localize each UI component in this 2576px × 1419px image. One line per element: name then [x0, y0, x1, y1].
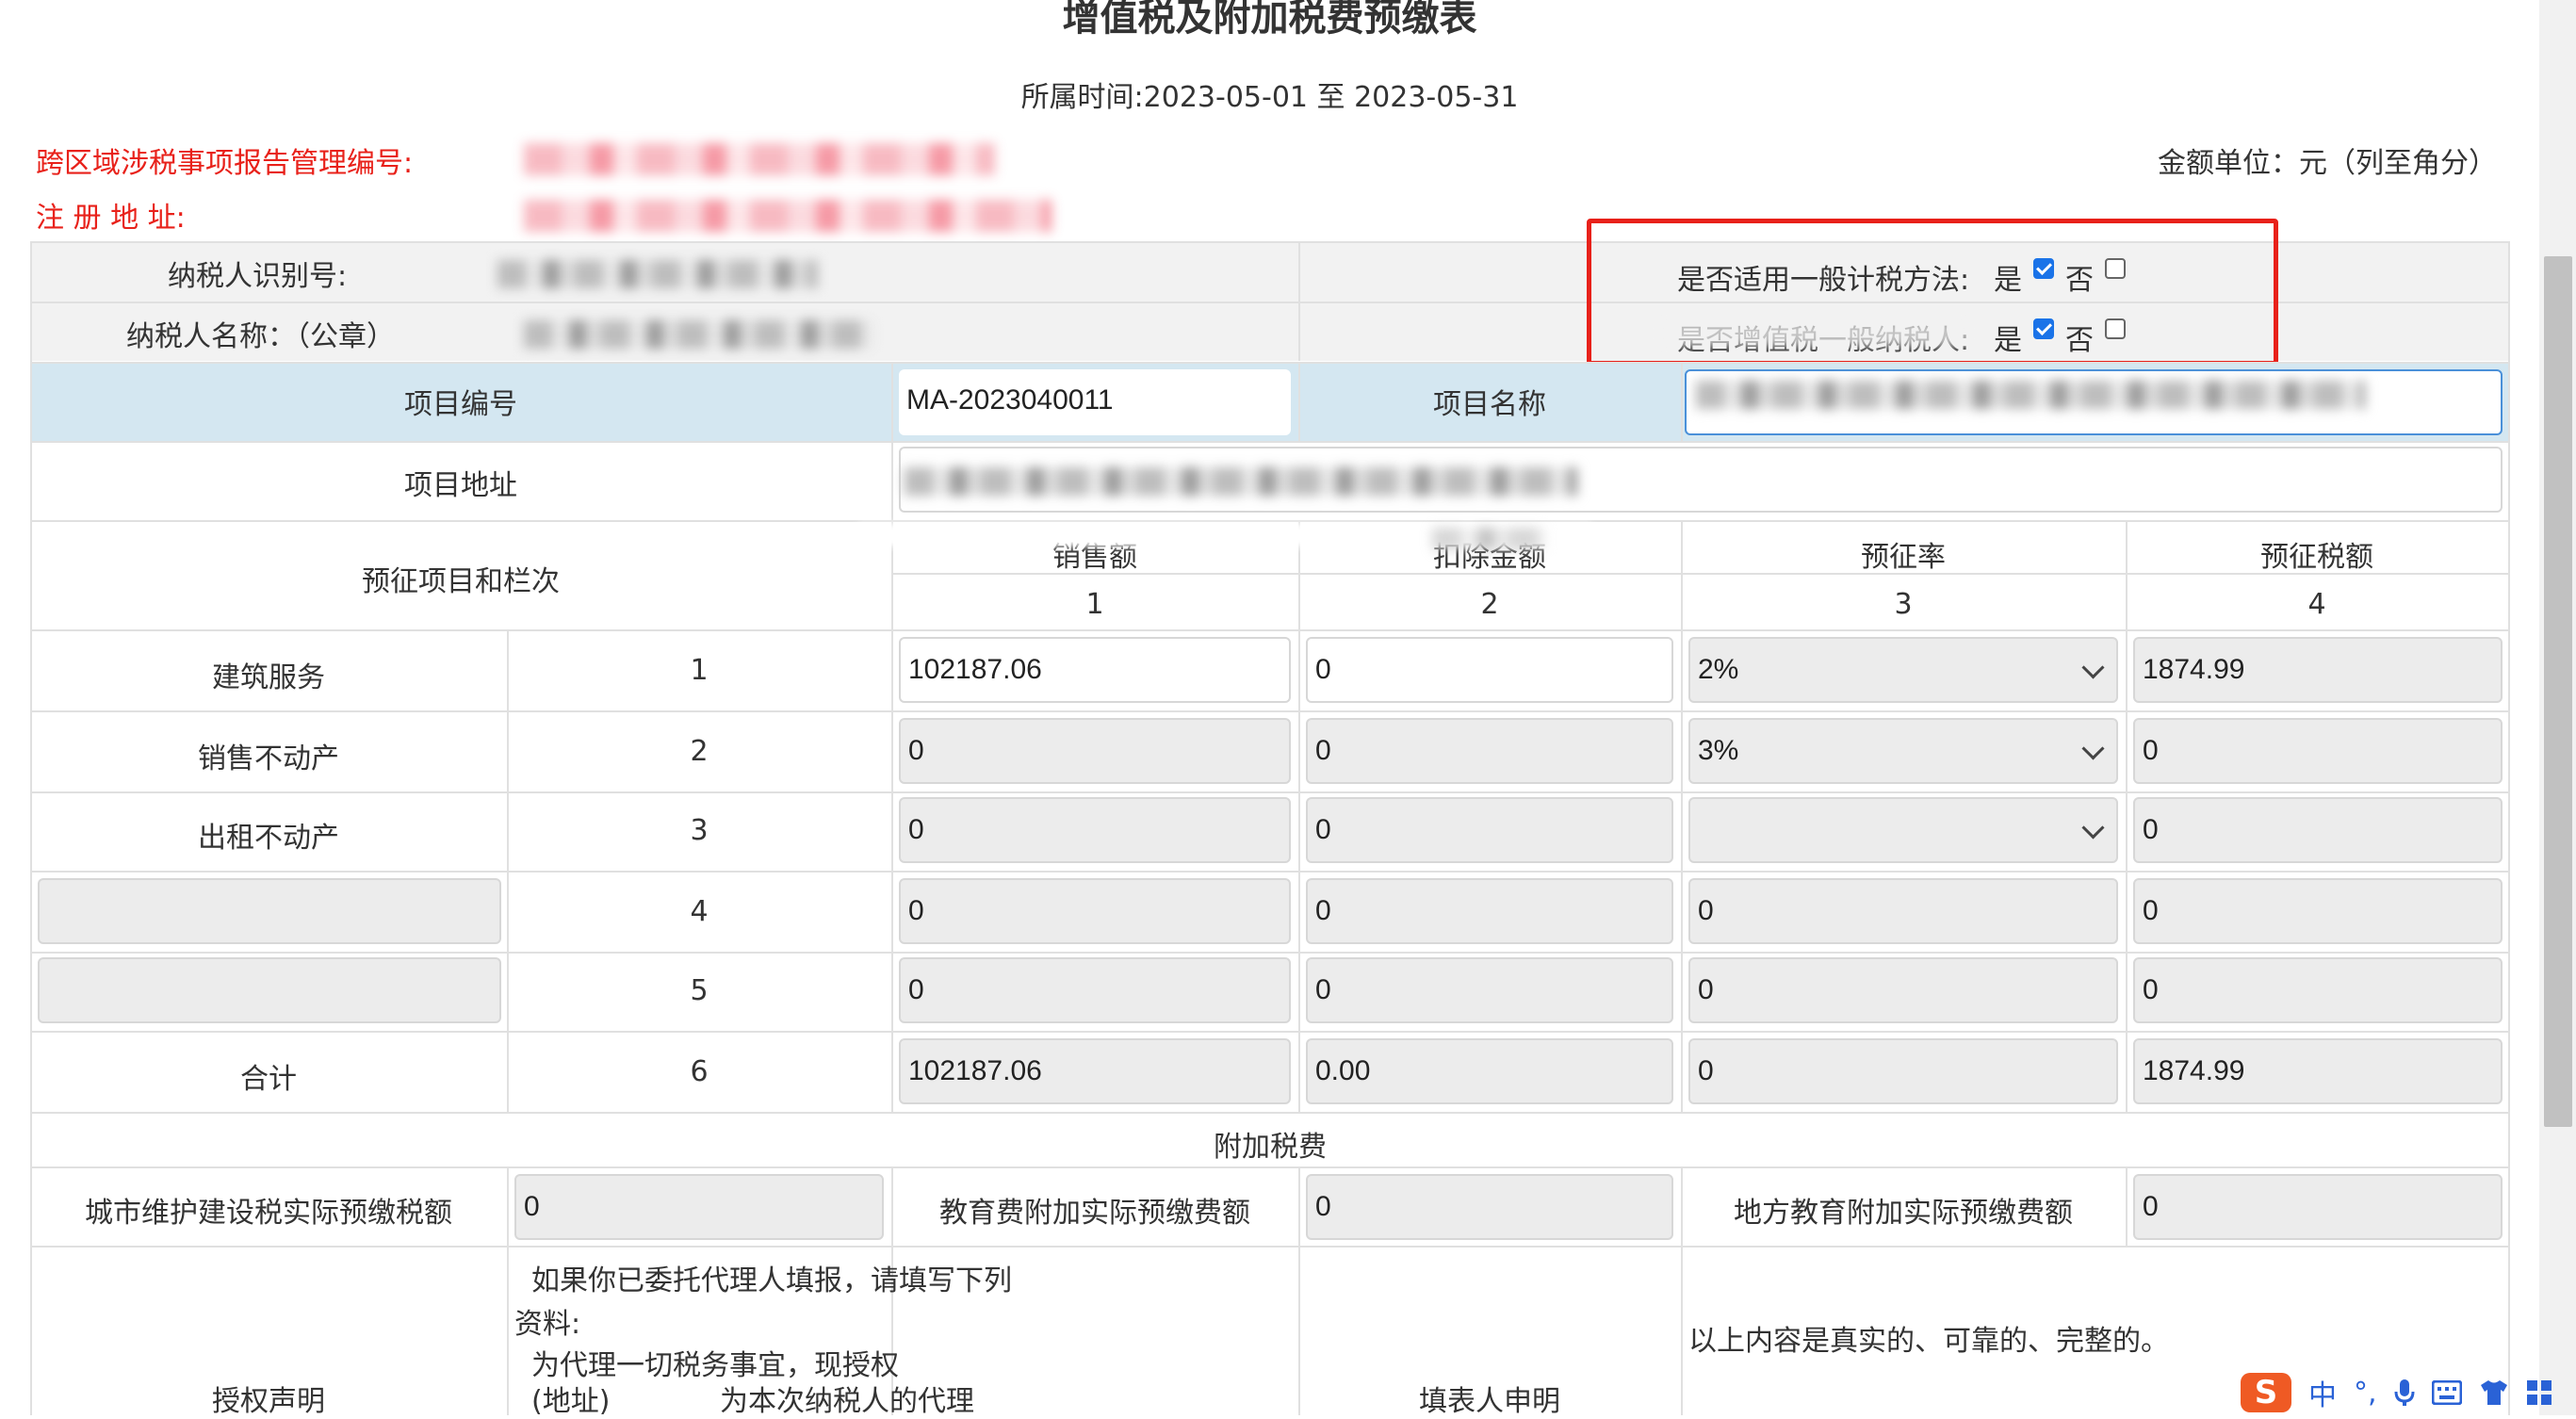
shirt-icon[interactable] [2479, 1379, 2509, 1406]
row-2-rate-select[interactable]: 3% [1688, 718, 2118, 784]
redacted-taxpayer-id [497, 260, 818, 288]
authorization-text-line-5: 为本次纳税人的代理 [720, 1385, 974, 1418]
row-4-tax-field: 0 [2133, 878, 2503, 944]
row-6-deduction-field: 0.00 [1306, 1038, 1673, 1104]
filler-declaration-label: 填表人申明 [1419, 1385, 1560, 1418]
row-3-sales-field: 0 [899, 797, 1291, 863]
row-1-sales-input[interactable]: 102187.06 [899, 637, 1291, 703]
project-code-label: 项目编号 [404, 388, 517, 421]
row-6-rate-field: 0 [1688, 1038, 2118, 1104]
row-1-tax-field: 1874.99 [2133, 637, 2503, 703]
row-6-sales-field: 102187.06 [899, 1038, 1291, 1104]
education-surcharge-field: 0 [1306, 1174, 1673, 1240]
city-tax-field: 0 [514, 1174, 884, 1240]
row-1-number: 1 [690, 654, 709, 687]
item-header: 预征项目和栏次 [362, 565, 560, 598]
redacted-project-name [1696, 381, 2365, 409]
row-5-name-field [38, 957, 501, 1023]
authorization-text-line-1: 如果你已委托代理人填报，请填写下列 [531, 1264, 1012, 1297]
column-number-1: 1 [1085, 588, 1104, 621]
surcharge-section-label: 附加税费 [1214, 1131, 1327, 1164]
row-6-number: 6 [690, 1055, 709, 1088]
row-1-deduction-input[interactable]: 0 [1306, 637, 1673, 703]
row-3-rate-select[interactable] [1688, 797, 2118, 863]
city-tax-label: 城市维护建设税实际预缴税额 [85, 1197, 452, 1230]
column-number-2: 2 [1480, 588, 1499, 621]
highlight-box [1587, 219, 2278, 366]
row-1-name: 建筑服务 [212, 661, 325, 694]
row-2-sales-field: 0 [899, 718, 1291, 784]
row-6-tax-field: 1874.99 [2133, 1038, 2503, 1104]
grid-icon[interactable] [2526, 1379, 2552, 1406]
row-5-sales-field: 0 [899, 957, 1291, 1023]
period-text: 所属时间:2023-05-01 至 2023-05-31 [1020, 81, 1519, 114]
row-3-name: 出租不动产 [198, 822, 339, 855]
ime-punctuation-toggle[interactable]: °, [2354, 1377, 2377, 1410]
local-education-surcharge-field: 0 [2133, 1174, 2503, 1240]
column-header-tax: 预征税额 [2260, 541, 2373, 574]
row-1-rate-select[interactable]: 2% [1688, 637, 2118, 703]
row-4-sales-field: 0 [899, 878, 1291, 944]
authorization-text-line-4: (地址) [531, 1385, 611, 1418]
project-code-input[interactable]: MA-2023040011 [899, 369, 1291, 435]
scrollbar-thumb[interactable] [2544, 256, 2572, 1127]
row-5-deduction-field: 0 [1306, 957, 1673, 1023]
ime-logo-icon[interactable]: S [2241, 1373, 2291, 1412]
row-5-number: 5 [690, 974, 709, 1007]
row-2-number: 2 [690, 735, 709, 768]
page-title: 增值税及附加税费预缴表 [1062, 0, 1477, 40]
address-label: 注 册 地 址: [36, 202, 186, 235]
column-number-3: 3 [1894, 588, 1913, 621]
row-5-tax-field: 0 [2133, 957, 2503, 1023]
filler-declaration-text: 以上内容是真实的、可靠的、完整的。 [1688, 1325, 2169, 1358]
taxpayer-name-label: 纳税人名称：（公章） [126, 320, 395, 353]
row-2-name: 销售不动产 [198, 742, 339, 775]
microphone-icon[interactable] [2394, 1378, 2415, 1407]
row-2-tax-field: 0 [2133, 718, 2503, 784]
keyboard-icon[interactable] [2431, 1380, 2462, 1405]
education-surcharge-label: 教育费附加实际预缴费额 [939, 1197, 1250, 1230]
row-2-deduction-field: 0 [1306, 718, 1673, 784]
redacted-taxpayer-name [524, 320, 872, 349]
local-education-surcharge-label: 地方教育附加实际预缴费额 [1734, 1197, 2073, 1230]
row-5-rate-field: 0 [1688, 957, 2118, 1023]
taxpayer-id-label: 纳税人识别号: [168, 260, 348, 293]
row-3-deduction-field: 0 [1306, 797, 1673, 863]
row-3-number: 3 [690, 814, 709, 847]
amount-unit-text: 金额单位：元（列至角分） [2158, 147, 2497, 180]
project-name-label: 项目名称 [1433, 388, 1546, 421]
project-address-label: 项目地址 [404, 469, 517, 502]
ime-language-toggle[interactable]: 中 [2308, 1372, 2337, 1413]
column-number-4: 4 [2307, 588, 2326, 621]
redacted-registered-address [524, 200, 1052, 232]
row-4-number: 4 [690, 895, 709, 928]
row-4-name-field [38, 878, 501, 944]
redacted-management-number [524, 143, 995, 175]
authorization-text-line-2: 资料: [514, 1308, 581, 1341]
cross-region-label: 跨区域涉税事项报告管理编号: [36, 147, 414, 180]
row-4-deduction-field: 0 [1306, 878, 1673, 944]
ime-toolbar[interactable]: S 中 °, [2241, 1370, 2552, 1415]
authorization-label: 授权声明 [212, 1385, 325, 1418]
row-4-rate-field: 0 [1688, 878, 2118, 944]
column-header-rate: 预征率 [1861, 541, 1946, 574]
row-6-name: 合计 [240, 1063, 297, 1096]
redacted-project-address [905, 467, 1577, 496]
row-3-tax-field: 0 [2133, 797, 2503, 863]
